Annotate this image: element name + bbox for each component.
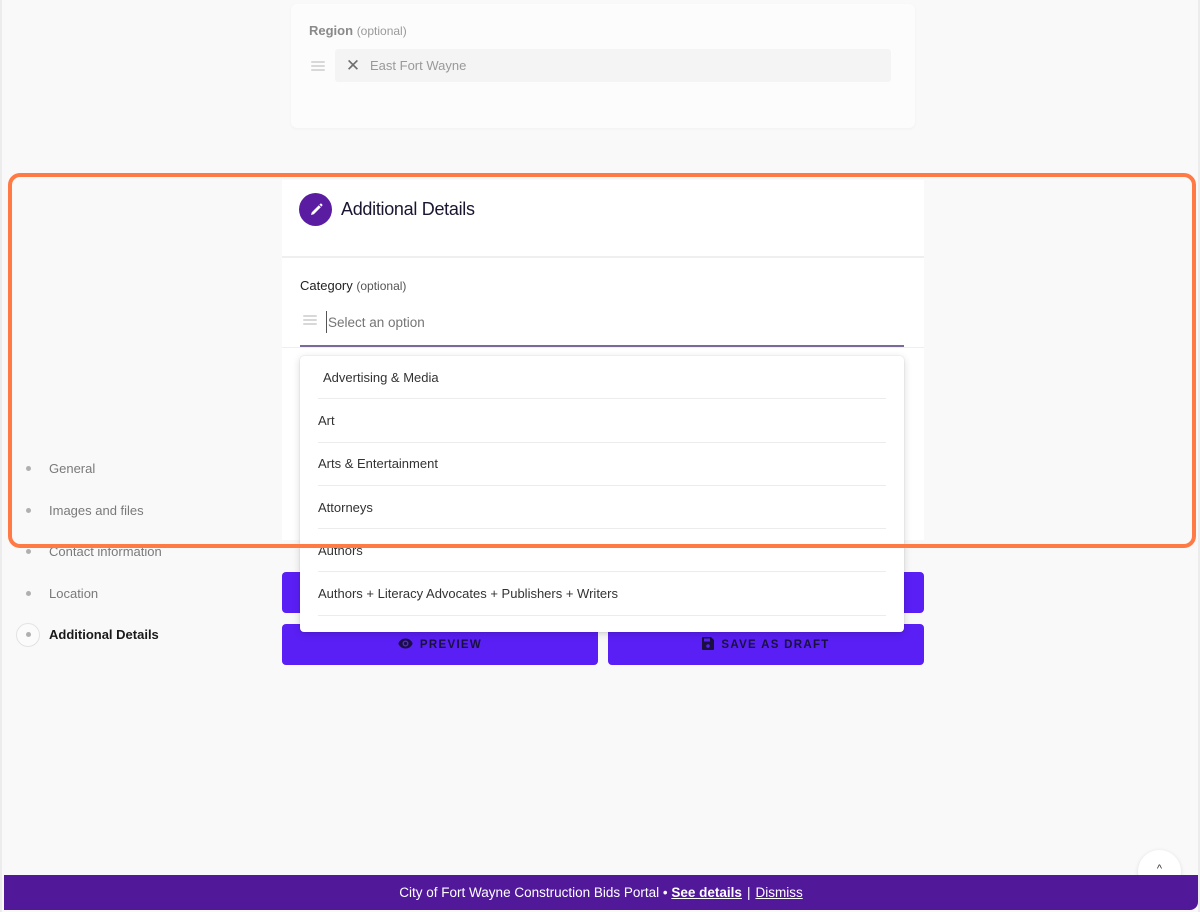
nav-item-general[interactable]: General bbox=[16, 448, 266, 490]
eye-icon bbox=[398, 638, 413, 652]
region-optional-text: (optional) bbox=[356, 24, 407, 38]
dropdown-option[interactable]: Authors bbox=[318, 529, 886, 573]
category-optional-text: (optional) bbox=[356, 279, 407, 293]
see-details-link[interactable]: See details bbox=[671, 885, 742, 900]
preview-label: PREVIEW bbox=[419, 638, 483, 651]
nav-item-location[interactable]: Location bbox=[16, 573, 266, 615]
save-as-draft-label: SAVE AS DRAFT bbox=[721, 638, 830, 651]
category-options-dropdown: Advertising & Media Art Arts & Entertain… bbox=[300, 356, 904, 632]
nav-item-label: Images and files bbox=[49, 502, 144, 518]
region-selected-value: East Fort Wayne bbox=[370, 58, 467, 73]
floppy-disk-icon bbox=[702, 636, 715, 653]
nav-bullet-icon bbox=[16, 540, 40, 564]
drag-handle-icon[interactable] bbox=[303, 315, 317, 325]
category-label: Category (optional) bbox=[300, 278, 406, 293]
banner-separator: | bbox=[746, 885, 751, 900]
nav-item-label: General bbox=[49, 461, 96, 477]
nav-item-label: Location bbox=[49, 585, 99, 601]
close-icon[interactable]: ✕ bbox=[338, 56, 368, 76]
dropdown-option[interactable]: Authors + Literacy Advocates + Publisher… bbox=[318, 572, 886, 616]
dropdown-option[interactable]: Art bbox=[318, 399, 886, 443]
portal-banner: City of Fort Wayne Construction Bids Por… bbox=[4, 875, 1198, 910]
nav-bullet-icon bbox=[16, 622, 40, 647]
region-label: Region (optional) bbox=[309, 23, 407, 38]
card-header: Additional Details bbox=[282, 180, 924, 258]
nav-item-images-and-files[interactable]: Images and files bbox=[16, 490, 266, 532]
nav-bullet-icon bbox=[16, 457, 40, 481]
nav-item-label: Additional Details bbox=[49, 627, 159, 643]
drag-handle-icon[interactable] bbox=[311, 61, 325, 71]
category-label-text: Category bbox=[300, 278, 353, 293]
section-nav: General Images and files Contact informa… bbox=[16, 448, 266, 656]
region-card: Region (optional) ✕ East Fort Wayne bbox=[291, 4, 915, 128]
region-label-text: Region bbox=[309, 23, 354, 38]
nav-item-contact-information[interactable]: Contact information bbox=[16, 531, 266, 573]
region-selected-chip: ✕ East Fort Wayne bbox=[335, 49, 891, 82]
nav-item-label: Contact information bbox=[49, 544, 162, 560]
nav-bullet-icon bbox=[16, 581, 40, 605]
nav-bullet-icon bbox=[16, 498, 40, 522]
dropdown-option[interactable]: Advertising & Media bbox=[318, 356, 886, 400]
pencil-icon bbox=[299, 193, 332, 226]
nav-item-additional-details[interactable]: Additional Details bbox=[16, 614, 266, 656]
section-title: Additional Details bbox=[341, 199, 475, 219]
page: Region (optional) ✕ East Fort Wayne Gene… bbox=[0, 0, 1200, 912]
dismiss-link[interactable]: Dismiss bbox=[755, 885, 802, 900]
dropdown-option[interactable] bbox=[318, 616, 886, 632]
chevron-up-icon: ^ bbox=[1156, 863, 1163, 875]
dropdown-option[interactable]: Attorneys bbox=[318, 486, 886, 530]
card-divider bbox=[282, 347, 924, 348]
dropdown-option[interactable]: Arts & Entertainment bbox=[318, 443, 886, 486]
category-select-input[interactable] bbox=[326, 311, 904, 333]
banner-text: City of Fort Wayne Construction Bids Por… bbox=[399, 885, 668, 900]
